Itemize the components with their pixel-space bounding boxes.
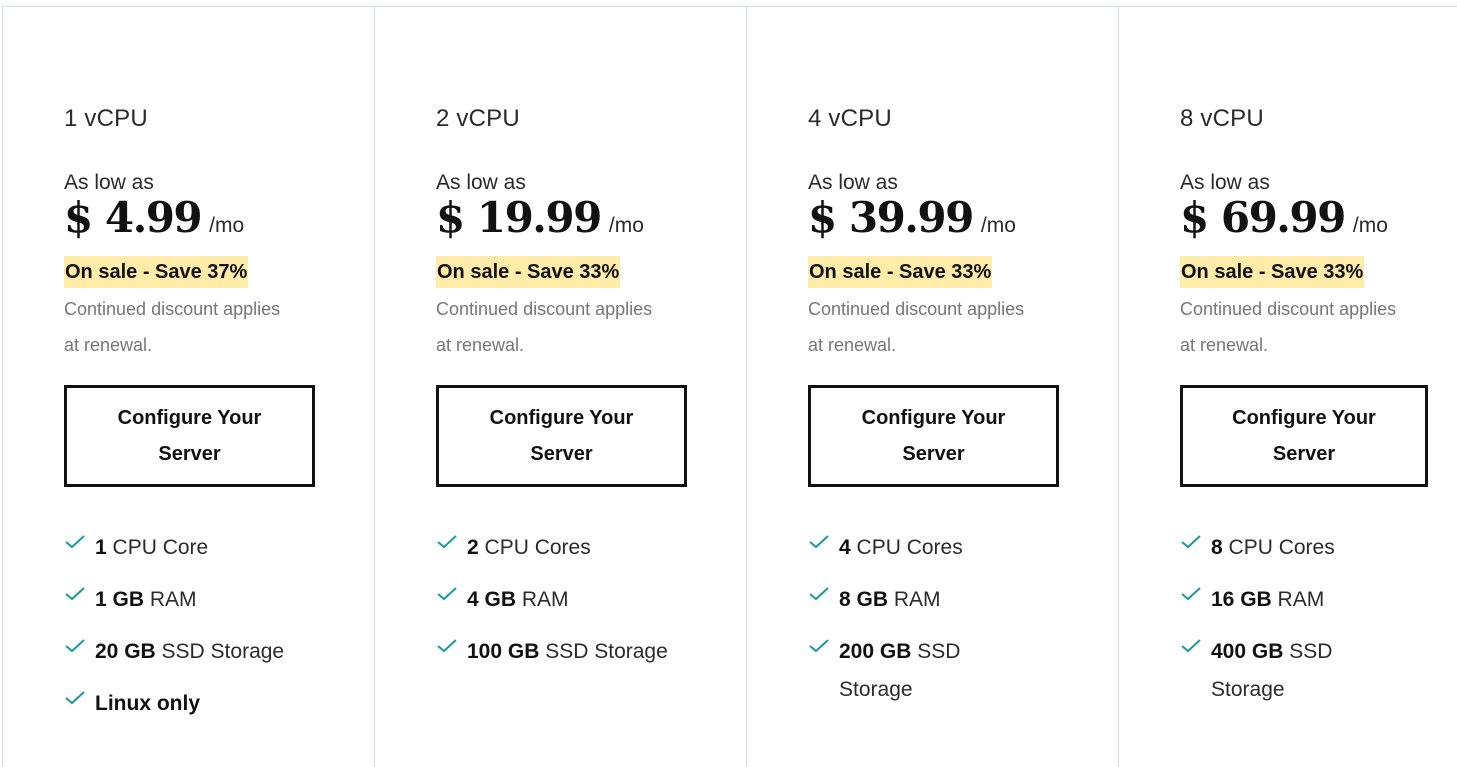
feature-value: 1 [95,536,107,559]
check-icon [1181,639,1201,653]
price-period: /mo [980,214,1016,237]
configure-server-button[interactable]: Configure Your Server [1180,385,1428,487]
feature-value: Linux only [95,692,200,715]
feature-label: RAM [888,588,941,611]
price: $ 19.99 [436,193,602,242]
check-icon [809,639,829,653]
check-icon [65,587,85,601]
price-period: /mo [1352,214,1388,237]
price: $ 69.99 [1180,193,1346,242]
as-low-as-label: As low as [1180,171,1270,194]
renewal-note: Continued discount applies at renewal. [808,299,1025,355]
feature-value: 200 GB [839,640,912,663]
pricing-grid: 1 vCPU As low as $ 4.99 /mo On sale - Sa… [2,6,1457,767]
sale-badge: On sale - Save 33% [436,256,621,288]
plan-card-8-vcpu: 8 vCPU As low as $ 69.99 /mo On sale - S… [1118,7,1457,767]
configure-server-button[interactable]: Configure Your Server [436,385,687,487]
feature-value: 400 GB [1211,640,1284,663]
check-icon [809,587,829,601]
price-period: /mo [209,214,245,237]
plan-title: 2 vCPU [436,105,520,132]
feature-item: 4 CPU Cores [808,529,1069,567]
feature-value: 16 GB [1211,588,1272,611]
feature-label: RAM [1271,588,1325,611]
price: $ 4.99 [64,193,203,242]
feature-item: 400 GB SSD Storage [1180,633,1381,709]
feature-item: 1 GB RAM [64,581,325,619]
feature-label: RAM [516,588,569,611]
feature-label: SSD Storage [155,640,285,663]
check-icon [437,639,457,653]
check-icon [1181,535,1201,549]
feature-value: 2 [467,536,479,559]
feature-item: 16 GB RAM [1180,581,1441,619]
plan-card-2-vcpu: 2 vCPU As low as $ 19.99 /mo On sale - S… [374,7,746,767]
price-row: $ 19.99 /mo [436,193,644,242]
feature-item: 1 CPU Core [64,529,325,567]
feature-item: 100 GB SSD Storage [436,633,727,671]
feature-label: CPU Cores [850,536,963,559]
configure-server-button[interactable]: Configure Your Server [808,385,1059,487]
check-icon [65,691,85,705]
as-low-as-label: As low as [436,171,526,194]
feature-item: Linux only [64,685,325,723]
check-icon [1181,587,1201,601]
plan-card-1-vcpu: 1 vCPU As low as $ 4.99 /mo On sale - Sa… [2,7,374,767]
feature-label: CPU Core [106,536,209,559]
renewal-note: Continued discount applies at renewal. [1180,299,1397,355]
renewal-note: Continued discount applies at renewal. [436,299,653,355]
check-icon [437,535,457,549]
feature-value: 100 GB [467,640,540,663]
plan-title: 8 vCPU [1180,105,1264,132]
price: $ 39.99 [808,193,974,242]
feature-value: 20 GB [95,640,156,663]
configure-server-button[interactable]: Configure Your Server [64,385,315,487]
renewal-note: Continued discount applies at renewal. [64,299,281,355]
feature-value: 4 GB [467,588,517,611]
feature-item: 8 GB RAM [808,581,1069,619]
feature-item: 4 GB RAM [436,581,697,619]
check-icon [437,587,457,601]
feature-value: 4 [839,536,851,559]
feature-list: 2 CPU Cores 4 GB RAM 100 GB SSD Storage [436,529,727,685]
feature-list: 4 CPU Cores 8 GB RAM 200 GB SSD Storage [808,529,1069,723]
sale-badge: On sale - Save 33% [808,256,993,288]
plan-title: 1 vCPU [64,105,148,132]
check-icon [65,639,85,653]
feature-item: 200 GB SSD Storage [808,633,1009,709]
feature-value: 8 [1211,536,1223,559]
sale-badge: On sale - Save 33% [1180,256,1365,288]
feature-value: 8 GB [839,588,889,611]
as-low-as-label: As low as [64,171,154,194]
price-period: /mo [608,214,644,237]
feature-list: 8 CPU Cores 16 GB RAM 400 GB SSD Storage [1180,529,1441,723]
feature-value: 1 GB [95,588,145,611]
plan-title: 4 vCPU [808,105,892,132]
feature-label: CPU Cores [478,536,591,559]
price-row: $ 69.99 /mo [1180,193,1388,242]
feature-item: 2 CPU Cores [436,529,697,567]
price-row: $ 4.99 /mo [64,193,244,242]
feature-list: 1 CPU Core 1 GB RAM 20 GB SSD Storage Li… [64,529,325,737]
check-icon [809,535,829,549]
as-low-as-label: As low as [808,171,898,194]
feature-item: 8 CPU Cores [1180,529,1441,567]
plan-card-4-vcpu: 4 vCPU As low as $ 39.99 /mo On sale - S… [746,7,1118,767]
feature-label: CPU Cores [1222,536,1335,559]
feature-item: 20 GB SSD Storage [64,633,325,671]
check-icon [65,535,85,549]
feature-label: RAM [144,588,197,611]
feature-label: SSD Storage [539,640,668,663]
price-row: $ 39.99 /mo [808,193,1016,242]
sale-badge: On sale - Save 37% [64,256,249,288]
